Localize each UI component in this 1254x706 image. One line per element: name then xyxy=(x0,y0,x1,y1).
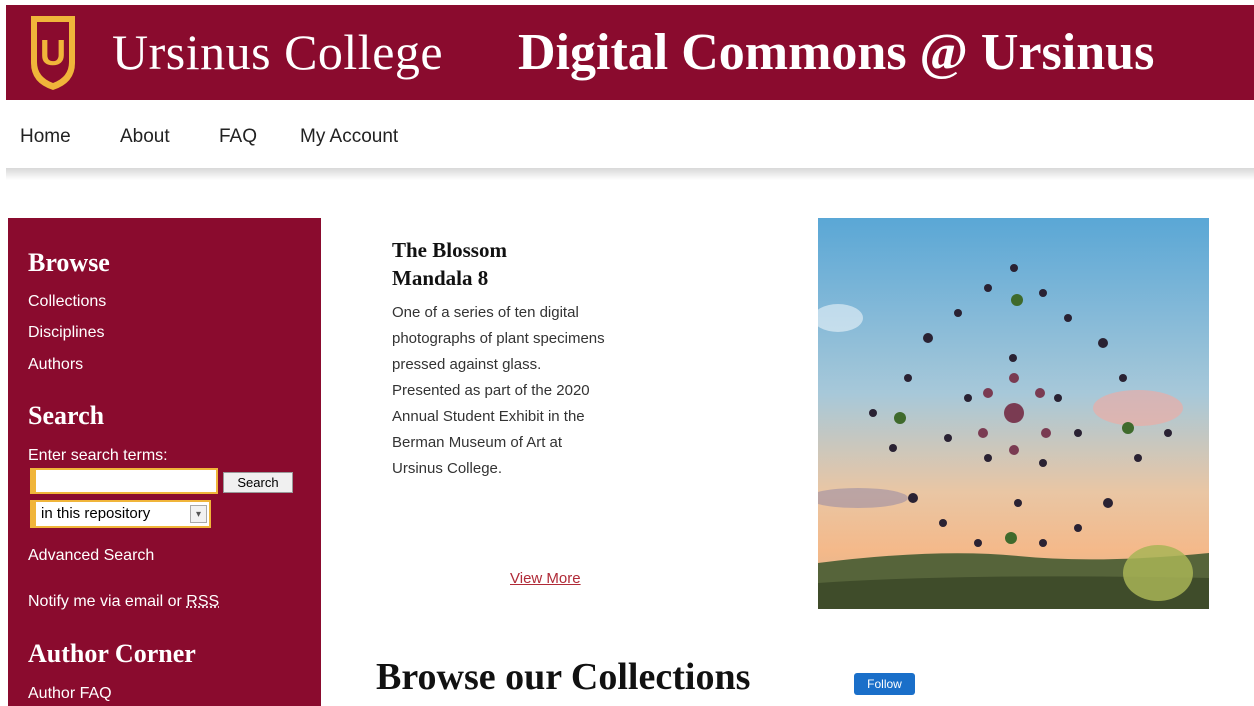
college-name[interactable]: Ursinus College xyxy=(112,23,443,81)
browse-heading: Browse xyxy=(28,248,110,277)
notify-text[interactable]: Notify me via email or xyxy=(28,593,186,610)
view-more-link[interactable]: View More xyxy=(510,570,581,587)
search-heading: Search xyxy=(28,401,105,430)
sidebar: Browse Collections Disciplines Authors S… xyxy=(8,218,321,706)
sidebar-link-disciplines[interactable]: Disciplines xyxy=(28,324,104,342)
rss-link[interactable]: RSS xyxy=(186,593,219,610)
nav-home[interactable]: Home xyxy=(20,126,71,148)
sidebar-link-authors[interactable]: Authors xyxy=(28,356,83,374)
site-title[interactable]: Digital Commons @ Ursinus xyxy=(518,23,1154,82)
site-header: U Ursinus College Digital Commons @ Ursi… xyxy=(6,5,1254,101)
main-nav: Home About FAQ My Account xyxy=(0,100,1254,170)
sidebar-link-collections[interactable]: Collections xyxy=(28,293,106,311)
follow-button[interactable]: Follow xyxy=(854,673,915,695)
nav-divider xyxy=(6,168,1254,180)
chevron-down-icon[interactable]: ▾ xyxy=(190,505,207,523)
feature-title[interactable]: The Blossom Mandala 8 xyxy=(392,236,592,292)
search-input[interactable] xyxy=(30,468,218,494)
feature-image[interactable] xyxy=(818,218,1209,609)
advanced-search-link[interactable]: Advanced Search xyxy=(28,547,154,565)
nav-my-account[interactable]: My Account xyxy=(300,126,398,148)
collections-heading: Browse our Collections xyxy=(376,656,751,698)
author-corner-heading: Author Corner xyxy=(28,639,196,668)
search-button[interactable]: Search xyxy=(223,472,293,493)
search-prompt: Enter search terms: xyxy=(28,447,168,464)
search-scope-select[interactable]: in this repository ▾ xyxy=(30,500,211,528)
search-scope-value: in this repository xyxy=(41,505,151,522)
logo-letter: U xyxy=(40,32,66,73)
author-faq-link[interactable]: Author FAQ xyxy=(28,685,112,703)
notify-line: Notify me via email or RSS xyxy=(28,593,219,611)
ursinus-shield-icon[interactable]: U xyxy=(28,13,78,93)
feature-description: One of a series of ten digital photograp… xyxy=(392,304,605,477)
nav-about[interactable]: About xyxy=(120,126,170,148)
nav-faq[interactable]: FAQ xyxy=(219,126,257,148)
